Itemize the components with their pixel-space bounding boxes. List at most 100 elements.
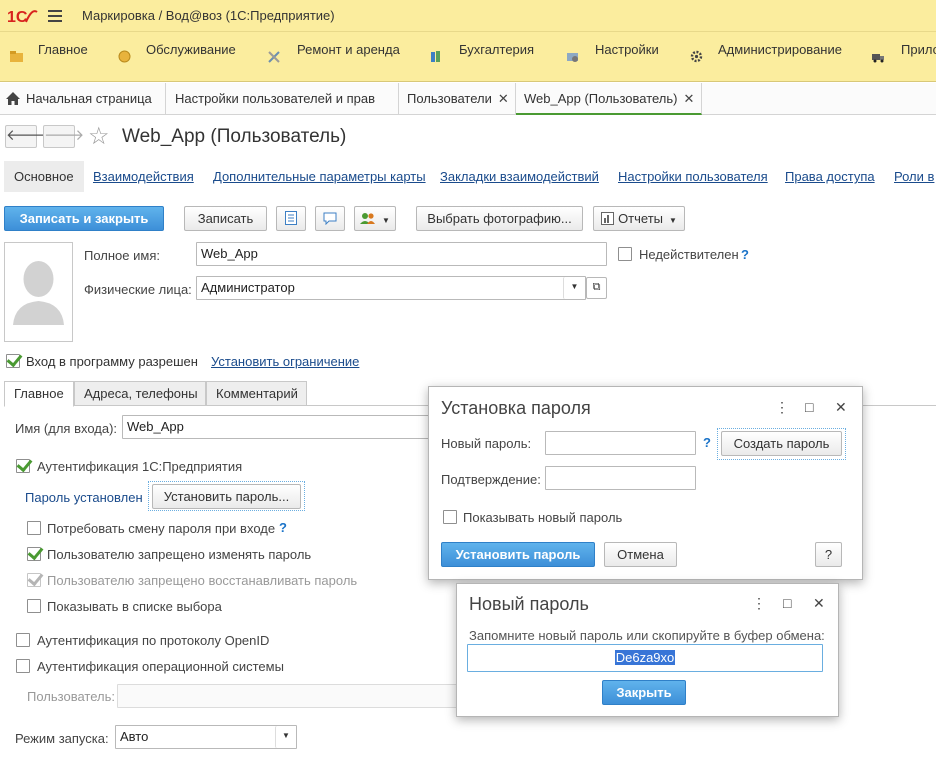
close-icon[interactable]: ✕ [813, 595, 825, 612]
person-dropdown-icon[interactable]: ▼ [563, 277, 585, 299]
deny-restore-label: Пользователю запрещено восстанавливать п… [47, 573, 358, 588]
close-icon[interactable]: ✕ [684, 91, 695, 106]
choose-photo-button[interactable]: Выбрать фотографию... [416, 206, 583, 231]
new-password-field[interactable] [545, 431, 696, 455]
section-label: Бухгалтерия [459, 42, 535, 57]
invalid-checkbox[interactable] [618, 247, 632, 261]
open-icon[interactable]: ⧉ [586, 277, 607, 299]
tab-main[interactable]: Главное [4, 381, 74, 407]
arrow-right-icon: 🡒 [44, 127, 85, 144]
save-and-close-button[interactable]: Записать и закрыть [4, 206, 164, 231]
close-dialog-button[interactable]: Закрыть [602, 680, 686, 705]
help-button[interactable]: ? [815, 542, 842, 567]
users-icon [360, 213, 376, 224]
confirm-password-field[interactable] [545, 466, 696, 490]
favorite-star-icon[interactable]: ☆ [88, 122, 110, 151]
open-windows-bar: Начальная страница Настройки пользовател… [0, 83, 936, 115]
nav-link-access-rights[interactable]: Права доступа [785, 169, 875, 184]
os-user-field [117, 684, 457, 708]
save-button[interactable]: Записать [184, 206, 267, 231]
nav-link-interactions[interactable]: Взаимодействия [93, 169, 194, 184]
more-icon[interactable]: ⋮ [752, 595, 766, 612]
tab-user-settings[interactable]: Настройки пользователей и прав [167, 83, 399, 115]
require-change-help-icon[interactable]: ? [279, 520, 287, 535]
tab-home-page[interactable]: Начальная страница [0, 83, 166, 115]
set-password-button[interactable]: Установить пароль... [152, 484, 301, 509]
dialog-title: Новый пароль [469, 594, 589, 614]
invalid-label: Недействителен [639, 247, 739, 262]
nav-link-user-settings[interactable]: Настройки пользователя [618, 169, 768, 184]
tab-addresses-phones[interactable]: Адреса, телефоны [74, 381, 206, 406]
tab-label: Начальная страница [26, 91, 152, 106]
invalid-help-icon[interactable]: ? [741, 247, 749, 262]
section-label: Прило [901, 42, 936, 57]
launch-mode-select[interactable]: Авто [115, 725, 297, 749]
close-icon[interactable]: ✕ [835, 399, 847, 416]
show-in-list-checkbox[interactable] [27, 599, 41, 613]
reports-icon [601, 212, 615, 225]
full-name-field[interactable]: Web_App [196, 242, 607, 266]
reports-label: Отчеты [618, 211, 663, 226]
person-label: Физические лица: [84, 282, 192, 297]
os-auth-checkbox[interactable] [16, 659, 30, 673]
selected-password-text: De6za9xo [614, 650, 676, 665]
section-label: Настройки [595, 42, 659, 57]
tab-users[interactable]: Пользователи ✕ [399, 83, 516, 115]
section-label: Ремонт и аренда [297, 42, 400, 57]
os-user-label: Пользователь: [27, 689, 115, 704]
arrow-left-icon: 🡐 [6, 127, 47, 144]
users-menu-button[interactable]: ▼ [354, 206, 396, 231]
nav-link-interaction-bookmarks[interactable]: Закладки взаимодействий [440, 169, 599, 184]
auth-1c-checkbox[interactable] [16, 459, 30, 473]
deny-change-checkbox[interactable] [27, 547, 41, 561]
os-auth-label: Аутентификация операционной системы [37, 659, 284, 674]
set-restriction-link[interactable]: Установить ограничение [211, 354, 359, 369]
comment-button[interactable] [315, 206, 345, 231]
maximize-icon[interactable]: □ [783, 595, 791, 611]
nav-link-main[interactable]: Основное [4, 161, 84, 192]
new-password-dialog: Новый пароль ⋮ □ ✕ Запомните новый парол… [456, 583, 839, 717]
forward-button[interactable]: 🡒 [43, 125, 84, 148]
confirm-label: Подтверждение: [441, 472, 541, 487]
user-photo[interactable] [4, 242, 73, 342]
cancel-button[interactable]: Отмена [604, 542, 677, 567]
1c-logo-icon[interactable]: 1С [6, 6, 38, 26]
truck-icon [872, 54, 884, 63]
comment-icon [323, 212, 337, 226]
chevron-down-icon[interactable]: ▼ [275, 726, 296, 748]
require-change-checkbox[interactable] [27, 521, 41, 535]
tab-label: Настройки пользователей и прав [175, 91, 376, 106]
folder-icon [10, 51, 23, 62]
tab-label: Пользователи [407, 91, 492, 106]
nav-link-roles[interactable]: Роли в [894, 169, 934, 184]
deny-restore-checkbox [27, 573, 41, 587]
back-button[interactable]: 🡐 [5, 125, 46, 148]
password-set-link[interactable]: Пароль установлен [25, 490, 143, 505]
login-name-field[interactable]: Web_App [122, 415, 442, 439]
maximize-icon[interactable]: □ [805, 399, 813, 415]
reports-button[interactable]: Отчеты ▼ [593, 206, 685, 231]
set-password-confirm-button[interactable]: Установить пароль [441, 542, 595, 567]
main-menu-icon[interactable] [48, 10, 62, 22]
avatar-placeholder-icon [13, 261, 64, 325]
show-new-password-checkbox[interactable] [443, 510, 457, 524]
tab-web-app-user[interactable]: Web_App (Пользователь) ✕ [516, 83, 702, 115]
login-allowed-checkbox[interactable] [6, 354, 20, 368]
section-label: Обслуживание [146, 42, 236, 57]
person-field[interactable]: Администратор [196, 276, 586, 300]
close-icon[interactable]: ✕ [498, 91, 509, 106]
list-button[interactable] [276, 206, 306, 231]
gear-icon [690, 50, 703, 63]
new-password-message: Запомните новый пароль или скопируйте в … [469, 628, 825, 643]
password-help-icon[interactable]: ? [703, 435, 711, 450]
openid-checkbox[interactable] [16, 633, 30, 647]
sections-panel: Главное Обслуживание Ремонт и аренда Бух… [0, 32, 936, 82]
nav-link-card-params[interactable]: Дополнительные параметры карты [213, 169, 426, 184]
generated-password-field[interactable]: De6za9xo [467, 644, 823, 672]
more-icon[interactable]: ⋮ [775, 399, 789, 416]
form-title: Web_App (Пользователь) [122, 126, 347, 147]
deny-change-label: Пользователю запрещено изменять пароль [47, 547, 312, 562]
tab-comment[interactable]: Комментарий [206, 381, 307, 406]
set-password-dialog: Установка пароля ⋮ □ ✕ Новый пароль: ? С… [428, 386, 863, 580]
create-password-button[interactable]: Создать пароль [721, 431, 842, 456]
